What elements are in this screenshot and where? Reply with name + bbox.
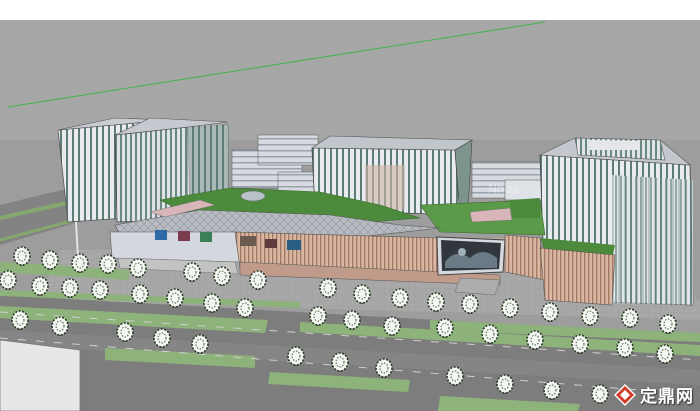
billboard-screen [436,236,506,276]
tree [129,258,147,278]
tree [461,294,479,314]
tree [153,328,171,348]
faint-watermark: Nhua [488,182,520,196]
tree [543,380,561,400]
tree [501,298,519,318]
tree [526,330,544,350]
tree [166,288,184,308]
plaza-stairs [454,277,501,296]
tree [343,310,361,330]
tree [31,276,49,296]
tree [481,324,499,344]
tree [213,266,231,286]
tree [621,308,639,328]
tree [375,358,393,378]
tree [391,288,409,308]
tree [427,292,445,312]
tree [353,284,371,304]
tree [446,366,464,386]
architectural-model-render: Nhua [0,0,700,411]
tree [61,278,79,298]
tree [249,270,267,290]
tree [236,298,254,318]
tree [331,352,349,372]
tree [319,278,337,298]
tree [496,374,514,394]
tree [11,310,29,330]
tree [581,306,599,326]
tree [13,246,31,266]
tree [91,280,109,300]
tree [436,318,454,338]
tree [309,306,327,326]
tree [203,293,221,313]
tree [131,284,149,304]
foreground-block [0,339,81,411]
tree [99,254,117,274]
tree [191,334,209,354]
tree [616,338,634,358]
tree [383,316,401,336]
tree [41,250,59,270]
tree [659,314,677,334]
tree [571,334,589,354]
tree [287,346,305,366]
tree [116,322,134,342]
tree [183,262,201,282]
tree [71,253,89,273]
tree [656,344,674,364]
tree [0,270,17,290]
tree [591,384,609,404]
tree [51,316,69,336]
tree [541,302,559,322]
